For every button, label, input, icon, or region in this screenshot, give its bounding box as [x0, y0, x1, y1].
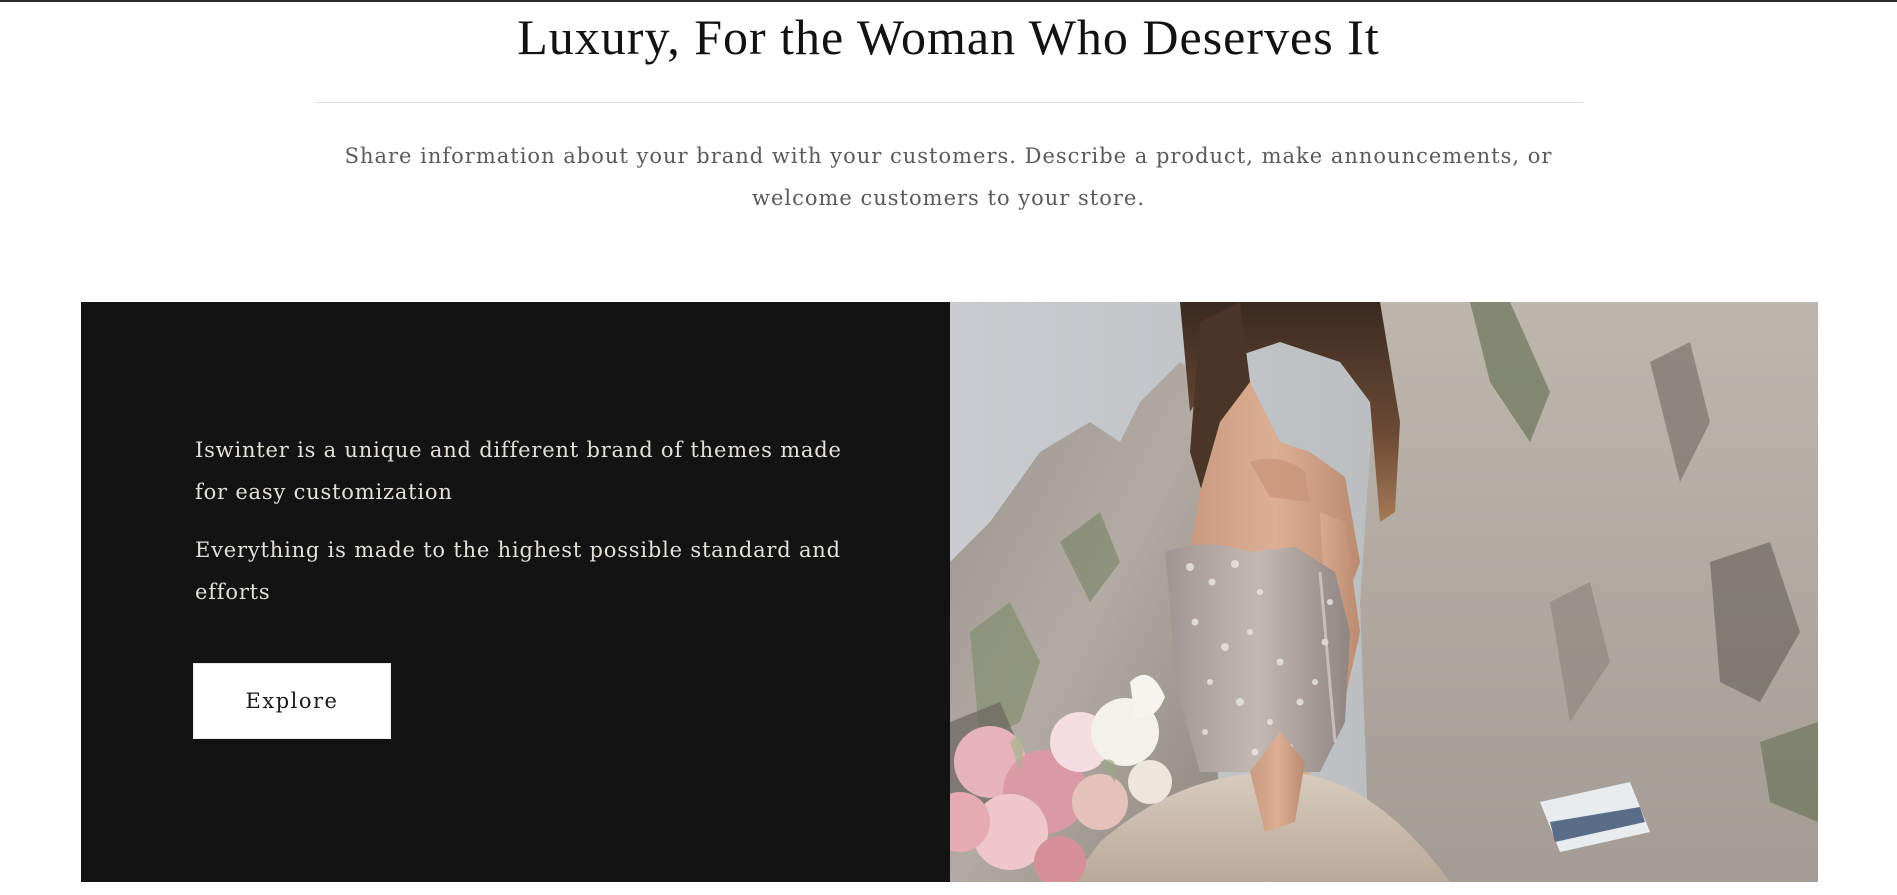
section-intro: Share information about your brand with … [344, 144, 1553, 210]
banner-photo [950, 302, 1818, 882]
banner-text-panel: Iswinter is a unique and different brand… [81, 302, 950, 882]
image-with-text-banner: Iswinter is a unique and different brand… [81, 302, 1818, 882]
section-heading: Luxury, For the Woman Who Deserves It [517, 9, 1380, 65]
banner-paragraph-2: Everything is made to the highest possib… [195, 538, 841, 604]
banner-paragraph-1: Iswinter is a unique and different brand… [195, 438, 842, 504]
page: Luxury, For the Woman Who Deserves It Sh… [0, 0, 1897, 895]
heading-divider [316, 102, 1583, 103]
explore-button[interactable]: Explore [193, 663, 391, 739]
bride-photo-illustration [950, 302, 1818, 882]
